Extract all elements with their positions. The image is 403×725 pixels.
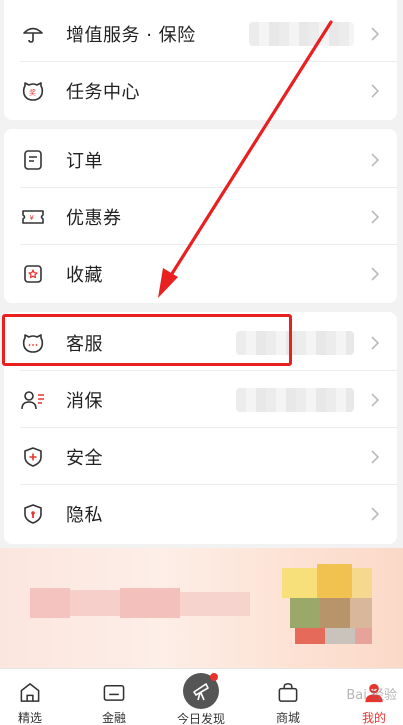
banner-block: [30, 588, 70, 618]
coupon-icon: ¥: [21, 205, 45, 229]
chevron-right-icon: [371, 83, 380, 98]
tab-featured[interactable]: 精选: [8, 669, 52, 725]
person-list-icon: [21, 388, 45, 412]
home-icon: [20, 683, 40, 702]
order-icon: [21, 148, 45, 172]
svg-text:奖: 奖: [29, 88, 36, 97]
menu-item-insurance[interactable]: 增值服务 · 保险: [4, 5, 397, 62]
shop-bag-icon: [278, 683, 298, 702]
notification-dot: [210, 673, 218, 681]
tab-finance[interactable]: 金融: [92, 669, 136, 725]
card-icon: [103, 685, 125, 701]
menu-item-customer-service[interactable]: 客服: [4, 314, 397, 371]
menu-item-task-center[interactable]: 奖 任务中心: [4, 62, 397, 119]
menu-item-label: 收藏: [66, 264, 103, 286]
tab-label: 我的: [361, 711, 386, 725]
tab-label: 精选: [17, 711, 42, 725]
banner-block: [70, 590, 120, 616]
menu-item-privacy[interactable]: 隐私: [4, 485, 397, 542]
menu-item-label: 安全: [66, 447, 103, 469]
banner-block: [320, 598, 350, 628]
banner-block: [317, 564, 352, 598]
blurred-value: [249, 21, 354, 46]
group-orders: 订单 ¥ 优惠券 收藏: [4, 129, 397, 303]
menu-item-coupons[interactable]: ¥ 优惠券: [4, 188, 397, 245]
shield-plus-icon: [21, 445, 45, 469]
menu-item-security[interactable]: 安全: [4, 428, 397, 485]
banner-block: [355, 628, 372, 644]
menu-item-label: 任务中心: [66, 81, 140, 103]
chevron-right-icon: [371, 449, 380, 464]
menu-item-label: 订单: [66, 150, 103, 172]
watermark: Bai 经验: [346, 688, 397, 703]
group-support: 客服 消保 安全 隐私: [4, 312, 397, 544]
tab-mall[interactable]: 商城: [266, 669, 310, 725]
tab-label: 金融: [101, 711, 126, 725]
menu-item-label: 消保: [66, 390, 103, 412]
star-box-icon: [21, 262, 45, 286]
chevron-right-icon: [371, 335, 380, 350]
tab-label: 商城: [275, 711, 300, 725]
menu-item-label: 优惠券: [66, 207, 122, 229]
cat-badge-icon: 奖: [21, 79, 45, 103]
menu-item-label: 客服: [66, 333, 103, 355]
banner-block: [295, 628, 325, 644]
chevron-right-icon: [371, 26, 380, 41]
banner-block: [180, 592, 250, 616]
banner-block: [290, 598, 320, 628]
cat-chat-icon: [21, 331, 45, 355]
chevron-right-icon: [371, 392, 380, 407]
bottom-tab-bar: 精选 金融 今日发现 商城 我的: [0, 668, 403, 725]
tab-discover[interactable]: 今日发现: [172, 669, 230, 725]
menu-item-favorites[interactable]: 收藏: [4, 245, 397, 302]
banner-block: [120, 588, 180, 618]
group-services: 增值服务 · 保险 奖 任务中心: [4, 0, 397, 120]
banner-block: [325, 628, 355, 644]
banner-block: [282, 568, 317, 598]
menu-item-orders[interactable]: 订单: [4, 131, 397, 188]
banner-block: [352, 568, 372, 598]
menu-item-label: 隐私: [66, 504, 103, 526]
blurred-value: [236, 387, 354, 412]
chevron-right-icon: [371, 209, 380, 224]
shield-lock-icon: [21, 502, 45, 526]
tab-label: 今日发现: [176, 712, 225, 725]
svg-text:¥: ¥: [30, 214, 35, 222]
chevron-right-icon: [371, 506, 380, 521]
umbrella-icon: [21, 22, 45, 46]
blurred-value: [236, 330, 354, 355]
telescope-icon: [183, 673, 219, 709]
chevron-right-icon: [371, 266, 380, 281]
menu-item-consumer-protection[interactable]: 消保: [4, 371, 397, 428]
promo-banner[interactable]: [0, 548, 403, 668]
banner-block: [350, 598, 372, 628]
chevron-right-icon: [371, 152, 380, 167]
menu-item-label: 增值服务 · 保险: [66, 24, 196, 46]
